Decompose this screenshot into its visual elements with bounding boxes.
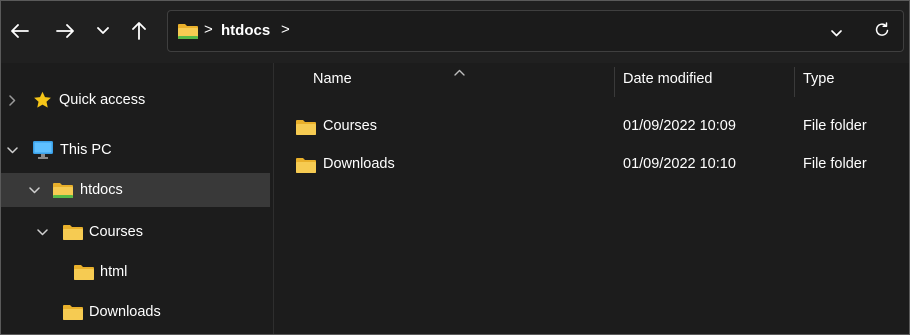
column-header-date-modified[interactable]: Date modified [623,71,712,87]
column-separator[interactable] [794,67,795,97]
arrow-left-icon [11,24,29,38]
folder-icon [74,264,94,280]
breadcrumb-separator[interactable]: > [281,21,290,38]
up-button[interactable] [126,17,152,45]
sidebar-item-downloads[interactable]: Downloads [1,295,270,329]
sidebar-item-this-pc[interactable]: This PC [1,133,270,167]
breadcrumb-separator[interactable]: > [204,21,213,38]
column-separator[interactable] [614,67,615,97]
file-list: Name Date modified Type Courses 01/09/20… [274,63,909,334]
folder-icon [63,304,83,320]
recent-locations-button[interactable] [90,17,116,45]
sidebar-item-label: Quick access [59,92,146,108]
sidebar-item-html[interactable]: html [1,255,270,289]
back-button[interactable] [7,17,33,45]
sidebar-item-courses[interactable]: Courses [1,215,270,249]
folder-icon [178,23,198,42]
chevron-down-icon [97,27,109,34]
sidebar-item-label: Downloads [89,304,161,320]
star-icon [33,91,52,109]
file-type: File folder [803,118,867,134]
chevron-down-icon[interactable] [7,146,18,154]
column-header-name[interactable]: Name [313,71,352,87]
breadcrumb-htdocs[interactable]: htdocs [221,22,270,39]
chevron-down-icon[interactable] [29,186,40,194]
chevron-down-icon [831,30,842,37]
file-date-modified: 01/09/2022 10:10 [623,156,736,172]
file-date-modified: 01/09/2022 10:09 [623,118,736,134]
sidebar-item-label: html [100,264,128,280]
table-row[interactable]: Courses 01/09/2022 10:09 File folder [274,112,909,142]
address-bar[interactable]: > htdocs > [167,10,904,52]
chevron-right-icon[interactable] [9,94,16,106]
arrow-right-icon [56,24,74,38]
file-name: Downloads [323,156,395,172]
table-row[interactable]: Downloads 01/09/2022 10:10 File folder [274,150,909,180]
address-dropdown-button[interactable] [831,24,842,40]
file-explorer-window: > htdocs > Quick access This PC htdocs C… [0,0,910,335]
navigation-pane: Quick access This PC htdocs Courses html… [1,63,273,334]
folder-icon [296,157,316,176]
forward-button[interactable] [52,17,78,45]
file-name: Courses [323,118,377,134]
sidebar-item-label: Courses [89,224,143,240]
chevron-down-icon[interactable] [37,228,48,236]
column-header-type[interactable]: Type [803,71,834,87]
sidebar-item-htdocs[interactable]: htdocs [1,173,270,207]
sidebar-item-label: This PC [60,142,112,158]
file-type: File folder [803,156,867,172]
refresh-button[interactable] [874,22,890,41]
refresh-icon [875,22,889,36]
arrow-up-icon [132,22,146,40]
folder-icon [63,224,83,240]
folder-icon [53,182,73,198]
folder-icon [296,119,316,138]
sort-ascending-icon [454,63,465,79]
sidebar-item-label: htdocs [80,182,123,198]
navigation-bar: > htdocs > [1,1,909,63]
sidebar-item-quick-access[interactable]: Quick access [1,83,270,117]
monitor-icon [33,141,53,159]
